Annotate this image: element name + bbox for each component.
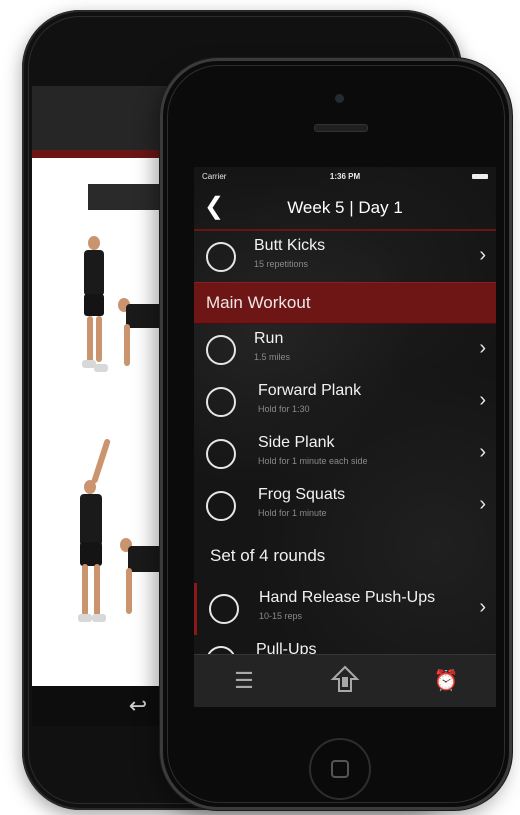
exercise-title: Hand Release Push-Ups xyxy=(259,589,436,606)
exercise-title: Butt Kicks xyxy=(254,237,326,254)
exercise-subtitle: Hold for 1:30 xyxy=(258,404,310,414)
checkbox-circle[interactable] xyxy=(206,387,236,417)
front-camera xyxy=(335,94,344,103)
exercise-subtitle: 15 repetitions xyxy=(254,259,309,269)
section-title: Main Workout xyxy=(206,293,311,312)
exercise-row-side-plank[interactable]: Side Plank Hold for 1 minute each side › xyxy=(194,428,496,480)
home-square-icon xyxy=(331,760,349,778)
home-button[interactable] xyxy=(309,738,371,800)
exercise-row-pull-ups[interactable]: Pull-Ups › xyxy=(194,635,496,655)
page-title: Week 5 | Day 1 xyxy=(287,198,403,217)
exercise-subtitle: 1.5 miles xyxy=(254,352,291,362)
exercise-title: Frog Squats xyxy=(258,486,346,503)
status-time: 1:36 PM xyxy=(329,172,361,181)
navigation-bar: ❮ Week 5 | Day 1 xyxy=(194,187,496,229)
chevron-right-icon: › xyxy=(479,337,486,359)
alarm-clock-icon[interactable]: ⏰ xyxy=(426,665,466,697)
exercise-row-run[interactable]: Run 1.5 miles › xyxy=(194,324,496,376)
exercise-subtitle: 10-15 reps xyxy=(259,611,303,621)
battery-icon xyxy=(472,174,488,179)
exercise-title: Pull-Ups xyxy=(256,641,317,655)
tab-bar: ☰ ⏰ xyxy=(194,654,496,707)
exercise-subtitle: Hold for 1 minute each side xyxy=(258,456,368,466)
checkbox-circle[interactable] xyxy=(206,491,236,521)
section-header-set-of-rounds: Set of 4 rounds xyxy=(210,546,326,565)
chevron-right-icon: › xyxy=(479,389,486,411)
menu-icon[interactable]: ☰ xyxy=(224,665,264,697)
exercise-title: Forward Plank xyxy=(258,382,362,399)
android-back-icon[interactable]: ↩ xyxy=(118,694,158,718)
checkbox-circle[interactable] xyxy=(209,594,239,624)
exercise-row-forward-plank[interactable]: Forward Plank Hold for 1:30 › xyxy=(194,376,496,428)
status-bar: Carrier 1:36 PM xyxy=(194,167,496,187)
chevron-right-icon: › xyxy=(479,493,486,515)
exercise-illustration-jump xyxy=(72,438,122,638)
exercise-row-butt-kicks[interactable]: Butt Kicks 15 repetitions › xyxy=(194,231,496,283)
checkbox-circle[interactable] xyxy=(206,439,236,469)
earpiece-speaker xyxy=(314,124,368,132)
exercise-title: Run xyxy=(254,330,284,347)
exercise-row-frog-squats[interactable]: Frog Squats Hold for 1 minute › xyxy=(194,480,496,532)
spartan-logo-icon[interactable] xyxy=(325,665,365,697)
workout-list[interactable]: Butt Kicks 15 repetitions › Main Workout… xyxy=(194,231,496,655)
exercise-subtitle: Hold for 1 minute xyxy=(258,508,327,518)
exercise-illustration-standing xyxy=(72,236,112,376)
chevron-right-icon: › xyxy=(479,596,486,618)
section-header-main-workout: Main Workout xyxy=(194,282,496,324)
exercise-row-hand-release-push-ups[interactable]: Hand Release Push-Ups 10-15 reps › xyxy=(194,583,496,635)
chevron-right-icon: › xyxy=(479,441,486,463)
checkbox-circle[interactable] xyxy=(206,242,236,272)
app-screen: Carrier 1:36 PM ❮ Week 5 | Day 1 Butt Ki… xyxy=(194,167,496,707)
chevron-right-icon: › xyxy=(479,244,486,266)
checkbox-circle[interactable] xyxy=(206,335,236,365)
exercise-title: Side Plank xyxy=(258,434,335,451)
